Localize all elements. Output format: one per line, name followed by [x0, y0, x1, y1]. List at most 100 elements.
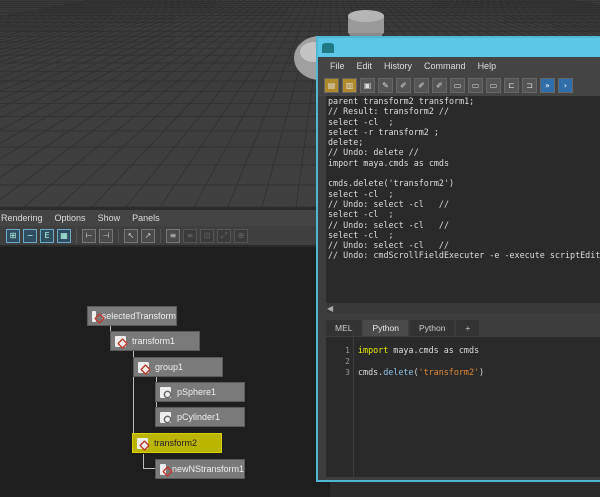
script-tabs: MEL Python Python +	[326, 320, 600, 337]
code-text[interactable]: import maya.cmds as cmds cmds.delete('tr…	[358, 345, 484, 378]
hierarchy-icon[interactable]: ⊢	[82, 228, 96, 243]
transform-node-icon	[115, 335, 126, 347]
clear-input-icon[interactable]: ✐	[414, 77, 429, 93]
menu-edit[interactable]: Edit	[357, 61, 373, 71]
shape-node-icon	[160, 386, 171, 398]
history-line: // Undo: select -cl //	[328, 240, 450, 251]
script-editor-menubar: File Edit History Command Help	[318, 57, 600, 74]
line-number: 3	[345, 368, 350, 377]
source-script-icon[interactable]: ▥	[342, 77, 357, 93]
menu-rendering[interactable]: Rendering	[1, 213, 43, 223]
line-number: 2	[345, 357, 350, 366]
line-number-gutter: 1 2 3	[326, 337, 354, 477]
expand-icon[interactable]: E	[40, 228, 54, 243]
history-line: select -cl ;	[328, 116, 394, 127]
tab-mel[interactable]: MEL	[326, 320, 362, 336]
menu-command[interactable]: Command	[424, 61, 466, 71]
history-line: // Undo: select -cl //	[328, 219, 450, 230]
node-label: selectedTransform	[101, 311, 176, 321]
transform-node-icon	[137, 437, 148, 449]
menu-panels[interactable]: Panels	[132, 213, 160, 223]
history-line: cmds.delete('transform2')	[328, 178, 455, 189]
scroll-left-icon[interactable]: ◀	[327, 304, 333, 313]
code-string: 'transform2'	[418, 367, 480, 377]
history-line: select -r transform2 ;	[328, 126, 439, 137]
tab-python-active[interactable]: Python	[363, 320, 408, 336]
clear-history-icon[interactable]: ✐	[396, 77, 411, 93]
script-input-field[interactable]: 1 2 3 import maya.cmds as cmds cmds.dele…	[326, 337, 600, 477]
history-output[interactable]: parent transform2 transform1;// Result: …	[326, 96, 600, 303]
tab-python[interactable]: Python	[409, 320, 455, 336]
list-icon[interactable]: ≡	[166, 228, 180, 243]
code-line-1: import maya.cmds as cmds	[358, 345, 484, 356]
frame-icon[interactable]: ⊡	[200, 228, 214, 243]
execute-all-icon[interactable]: »	[540, 77, 555, 93]
history-line: parent transform2 transform1;	[328, 96, 475, 106]
execute-icon[interactable]: ›	[558, 77, 573, 93]
node-label: transform2	[154, 438, 198, 448]
node-selectedTransform[interactable]: selectedTransform	[87, 306, 177, 326]
shape-node-icon	[160, 411, 171, 423]
edit-arrow-icon[interactable]: ↗	[141, 228, 155, 243]
menu-options[interactable]: Options	[55, 213, 86, 223]
node-pSphere1[interactable]: pSphere1	[155, 382, 245, 402]
node-newNStransform1[interactable]: newNStransform1	[155, 459, 245, 479]
history-line: // Undo: delete //	[328, 147, 419, 158]
select-arrow-icon[interactable]: ↖	[124, 228, 138, 243]
zoom-icon[interactable]: ⊕	[234, 228, 248, 243]
code-text-span: cmds.	[358, 367, 384, 377]
transform-node-icon	[92, 310, 96, 322]
node-label: group1	[155, 362, 184, 372]
script-editor-window[interactable]: File Edit History Command Help ▤ ▥ ▣ ✎ ✐…	[316, 36, 600, 482]
script-editor-toolbar: ▤ ▥ ▣ ✎ ✐ ✐ ✐ ▭ ▭ ▭ ⊏ ⊐ » ›	[318, 74, 600, 96]
code-text-span: maya.cmds as cmds	[388, 345, 480, 355]
node-pCylinder1[interactable]: pCylinder1	[155, 407, 245, 427]
show-both-icon[interactable]: ▭	[486, 77, 501, 93]
hypergraph-canvas[interactable]: selectedTransform transform1 group1 pSph…	[0, 247, 330, 497]
align-icon[interactable]: ≡	[183, 228, 197, 243]
menu-show[interactable]: Show	[98, 213, 121, 223]
grid-icon[interactable]: ▦	[57, 228, 71, 243]
fit-icon[interactable]: ⤢	[217, 228, 231, 243]
history-line: // Undo: select -cl //	[328, 198, 450, 209]
history-line: delete;	[328, 137, 364, 148]
echo-commands-icon[interactable]: ⊏	[504, 77, 519, 93]
hypergraph-menubar: Rendering Options Show Panels	[0, 210, 330, 226]
save-icon[interactable]: ▣	[360, 77, 375, 93]
show-history-icon[interactable]: ▭	[450, 77, 465, 93]
layout-icon[interactable]: ⊞	[6, 228, 20, 243]
node-label: pSphere1	[177, 387, 217, 397]
menu-history[interactable]: History	[384, 61, 412, 71]
code-line-3: cmds.delete('transform2')	[358, 367, 484, 378]
node-group1[interactable]: group1	[133, 357, 223, 377]
history-horizontal-scrollbar[interactable]: ◀	[326, 303, 600, 313]
node-transform1[interactable]: transform1	[110, 331, 200, 351]
code-function: delete	[383, 367, 414, 377]
show-input-icon[interactable]: ▭	[468, 77, 483, 93]
hypergraph-toolbar: ⊞ − E ▦ ⊢ ⊣ ↖ ↗ ≡ ≡ ⊡ ⤢ ⊕	[0, 226, 330, 246]
menu-help[interactable]: Help	[478, 61, 497, 71]
history-line: // Undo: cmdScrollFieldExecuter -e -exec…	[328, 250, 600, 261]
code-text-span: )	[479, 367, 485, 377]
transform-node-icon	[160, 463, 166, 475]
history-line: select -cl ;	[328, 229, 394, 240]
line-numbers-icon[interactable]: ⊐	[522, 77, 537, 93]
save-shelf-icon[interactable]: ✎	[378, 77, 393, 93]
window-titlebar[interactable]	[318, 38, 600, 57]
node-label: newNStransform1	[171, 464, 244, 474]
node-transform2[interactable]: transform2	[132, 433, 222, 453]
history-line: // Result: transform2 //	[328, 106, 450, 117]
history-line	[328, 168, 600, 178]
code-keyword: import	[358, 345, 389, 355]
connections-icon[interactable]: ⊣	[99, 228, 113, 243]
clear-all-icon[interactable]: ✐	[432, 77, 447, 93]
line-number: 1	[345, 346, 350, 355]
add-tab-button[interactable]: +	[456, 320, 480, 336]
node-label: transform1	[132, 336, 176, 346]
maya-logo-icon	[322, 42, 334, 53]
collapse-icon[interactable]: −	[23, 228, 37, 243]
open-folder-icon[interactable]: ▤	[324, 77, 339, 93]
history-line: select -cl ;	[328, 188, 394, 199]
transform-node-icon	[138, 361, 149, 373]
menu-file[interactable]: File	[330, 61, 345, 71]
